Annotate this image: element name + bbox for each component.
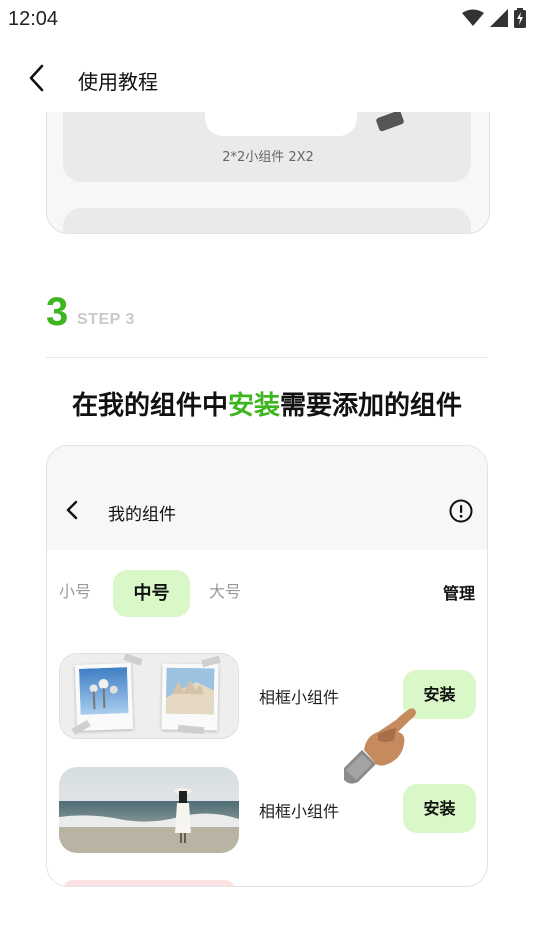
next-widget-thumbnail-peek (63, 880, 235, 886)
status-icons (462, 6, 526, 30)
widget-preview-panel-2 (63, 208, 471, 233)
widget-name: 相框小组件 (259, 688, 340, 707)
headline-highlight: 安装 (227, 391, 280, 421)
photo-monument-image (165, 667, 215, 715)
size-tabs: 小号 中号 大号 管理 (47, 566, 487, 618)
polaroid-photo (161, 663, 219, 731)
widget-name: 相框小组件 (259, 802, 340, 821)
chevron-left-icon (29, 64, 44, 92)
battery-charging-icon (514, 8, 526, 28)
widget-preview-shadow (375, 112, 405, 133)
widget-thumbnail-photo-frames (59, 653, 239, 739)
back-button[interactable] (22, 62, 54, 94)
tab-small[interactable]: 小号 (59, 578, 91, 602)
tape-decoration (177, 724, 205, 735)
step-headline: 在我的组件中安装需要添加的组件 (0, 385, 534, 422)
status-time: 12:04 (8, 8, 59, 30)
demo-screen-card: 我的组件 小号 中号 大号 管理 相框小组件 安装 相框小组件 安装 (46, 445, 488, 887)
widget-thumbnail-beach (59, 767, 239, 853)
demo-title: 我的组件 (108, 505, 176, 525)
step-number: 3 (46, 290, 69, 334)
widget-preview (205, 112, 357, 136)
widget-size-caption: 2*2小组件 2X2 (222, 150, 314, 165)
status-bar: 12:04 (0, 0, 534, 36)
wifi-icon (462, 9, 484, 26)
app-bar: 使用教程 (0, 50, 534, 106)
signal-icon (490, 9, 508, 27)
divider (46, 357, 488, 358)
page-title: 使用教程 (78, 70, 158, 94)
headline-text-after: 需要添加的组件 (280, 391, 463, 421)
demo-header: 我的组件 (47, 446, 487, 550)
step-label: STEP 3 (77, 311, 135, 328)
beach-photo-image (59, 767, 239, 853)
photo-sky-image (79, 667, 129, 715)
tape-decoration (71, 719, 91, 736)
headline-text-before: 在我的组件中 (71, 391, 228, 421)
pointing-hand-icon (344, 708, 416, 784)
install-button[interactable]: 安装 (403, 784, 476, 833)
info-icon (449, 499, 473, 523)
chevron-left-icon (66, 500, 78, 520)
previous-step-card: 2*2小组件 2X2 (46, 112, 490, 234)
tab-large[interactable]: 大号 (209, 578, 241, 602)
tab-medium[interactable]: 中号 (113, 570, 190, 617)
demo-back-button[interactable] (61, 498, 85, 522)
info-button[interactable] (448, 498, 474, 524)
manage-button[interactable]: 管理 (443, 580, 475, 604)
